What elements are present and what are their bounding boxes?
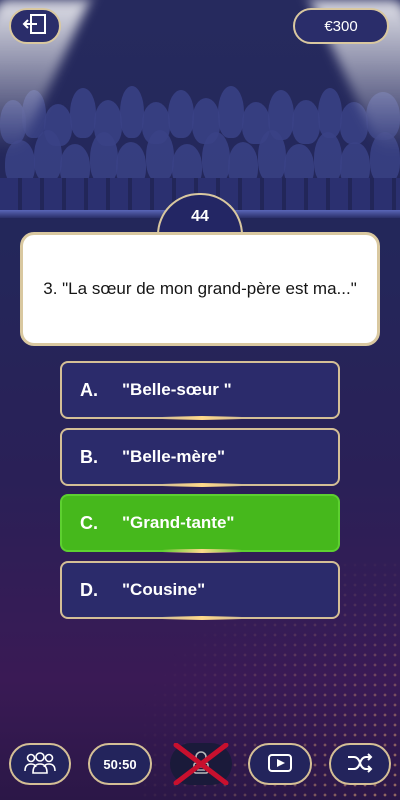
answer-text: "Cousine" [122, 580, 206, 599]
fifty-fifty-label: 50:50 [103, 756, 137, 772]
ask-audience-lifeline-button[interactable] [9, 743, 71, 785]
answer-letter: D. [80, 579, 98, 600]
answer-text: "Belle-mère" [122, 447, 226, 466]
answer-letter: A. [80, 379, 98, 400]
audience-icon [23, 751, 57, 778]
exit-button[interactable] [9, 8, 61, 44]
answer-text: "Belle-sœur " [122, 380, 232, 399]
used-lifeline-cross-icon [173, 743, 229, 785]
fifty-fifty-lifeline-button[interactable]: 50:50 [88, 743, 152, 785]
shuffle-icon [346, 752, 374, 777]
prize-money-display: €300 [293, 8, 389, 44]
answer-letter: C. [80, 512, 98, 533]
exit-door-icon [22, 13, 48, 40]
switch-question-lifeline-button[interactable] [329, 743, 391, 785]
video-play-icon [267, 753, 293, 776]
answer-text: "Grand-tante" [122, 513, 235, 532]
question-card: 3. "La sœur de mon grand-père est ma..." [20, 232, 380, 346]
answer-option-a[interactable]: A. "Belle-sœur " [60, 361, 340, 420]
timer-value: 44 [191, 208, 209, 225]
phone-a-friend-lifeline-button[interactable] [170, 743, 232, 785]
answer-option-b[interactable]: B. "Belle-mère" [60, 428, 340, 487]
answer-letter: B. [80, 446, 98, 467]
answer-option-c[interactable]: C. "Grand-tante" [60, 494, 340, 553]
watch-video-button[interactable] [248, 743, 312, 785]
prize-money-value: €300 [324, 17, 358, 35]
question-text: 3. "La sœur de mon grand-père est ma..." [43, 279, 357, 298]
answer-option-d[interactable]: D. "Cousine" [60, 561, 340, 620]
